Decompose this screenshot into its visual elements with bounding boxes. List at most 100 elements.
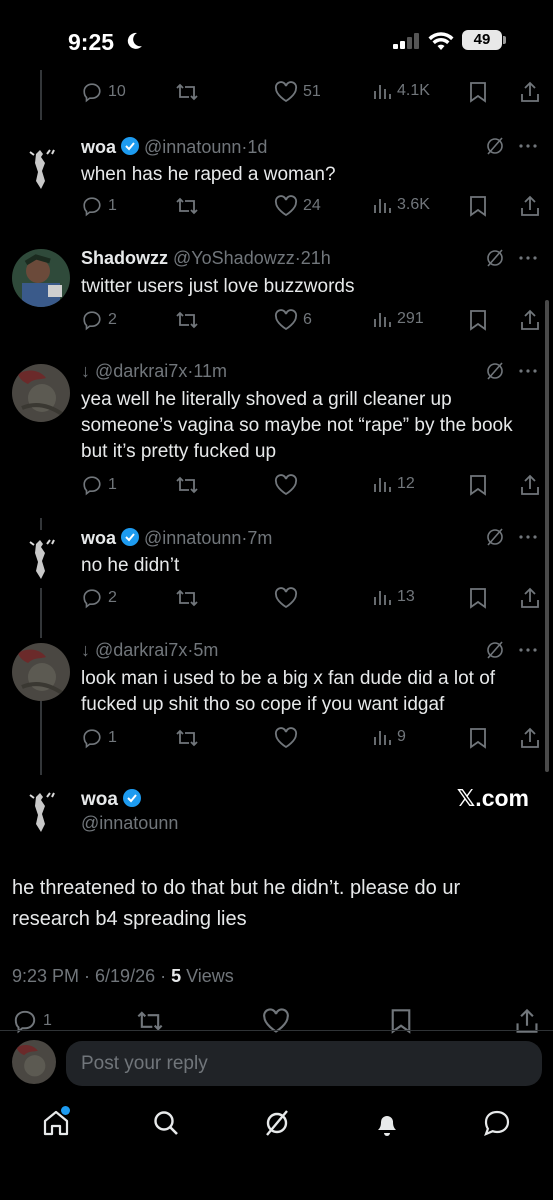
avatar[interactable]	[12, 643, 70, 701]
tab-notifications[interactable]	[372, 1108, 402, 1143]
grok-icon[interactable]	[485, 248, 505, 268]
user-handle[interactable]: @innatounn	[144, 137, 241, 157]
retweet-button[interactable]	[175, 727, 199, 749]
tweet-top-right	[485, 640, 537, 660]
scrollbar[interactable]	[545, 300, 549, 772]
avatar[interactable]	[12, 530, 70, 588]
views-button[interactable]: 13	[372, 587, 415, 607]
reply-button[interactable]: 2	[81, 309, 117, 331]
views-button[interactable]: 3.6K	[372, 195, 430, 215]
more-icon[interactable]	[519, 368, 537, 374]
like-button[interactable]	[274, 474, 298, 496]
reply-button[interactable]: 10	[81, 81, 126, 103]
bookmark-button[interactable]	[469, 309, 487, 331]
views-icon	[374, 591, 391, 605]
tweet-timestamp[interactable]: 9:23 PM · 6/19/26 ·	[12, 966, 171, 986]
tweet-text: twitter users just love buzzwords	[81, 276, 355, 297]
bookmark-button[interactable]	[469, 727, 487, 749]
like-button[interactable]	[274, 727, 298, 749]
avatar[interactable]	[12, 783, 70, 841]
grok-icon[interactable]	[485, 361, 505, 381]
share-button[interactable]	[519, 309, 541, 331]
tab-grok[interactable]	[262, 1108, 292, 1143]
bookmark-button[interactable]	[469, 81, 487, 103]
tab-home[interactable]	[41, 1108, 71, 1143]
verified-badge-icon	[120, 527, 140, 552]
reply-icon	[83, 476, 101, 496]
user-handle[interactable]: @YoShadowzz	[173, 248, 295, 268]
user-handle[interactable]: @innatounn	[144, 528, 241, 548]
share-button[interactable]	[519, 587, 541, 609]
share-button[interactable]	[519, 195, 541, 217]
views-count: 12	[397, 475, 415, 492]
reply-tweet[interactable]: ↓ @darkrai7x·11m yea well he literally s…	[0, 361, 553, 471]
tweet-header: Shadowzz @YoShadowzz·21h	[81, 248, 331, 268]
retweet-icon	[176, 729, 198, 747]
grok-icon[interactable]	[485, 640, 505, 660]
tweet-time[interactable]: 7m	[247, 528, 272, 548]
tab-search[interactable]	[151, 1108, 181, 1143]
retweet-icon	[176, 311, 198, 329]
tweet-text: no he didn’t	[81, 555, 180, 576]
bookmark-button[interactable]	[469, 474, 487, 496]
views-button[interactable]: 4.1K	[372, 81, 430, 101]
reply-button[interactable]: 1	[81, 727, 117, 749]
reply-button[interactable]: 1	[81, 195, 117, 217]
tweet-time[interactable]: 1d	[247, 137, 267, 157]
more-icon[interactable]	[519, 647, 537, 653]
bookmark-button[interactable]	[469, 195, 487, 217]
like-icon	[274, 587, 298, 609]
retweet-button[interactable]	[175, 195, 199, 217]
like-count: 24	[303, 197, 321, 214]
views-button[interactable]: 291	[372, 309, 424, 329]
views-button[interactable]: 9	[372, 727, 406, 747]
display-name[interactable]: woa	[81, 789, 118, 810]
share-button[interactable]	[519, 474, 541, 496]
reply-input[interactable]: Post your reply	[66, 1041, 542, 1086]
share-button[interactable]	[519, 727, 541, 749]
retweet-button[interactable]	[175, 81, 199, 103]
retweet-button[interactable]	[175, 587, 199, 609]
user-handle[interactable]: @innatounn	[81, 813, 178, 834]
views-button[interactable]: 12	[372, 474, 415, 494]
reply-count: 1	[108, 476, 117, 493]
tweet-top-right	[485, 248, 537, 268]
grok-icon[interactable]	[485, 527, 505, 547]
grok-icon[interactable]	[485, 136, 505, 156]
more-icon[interactable]	[519, 255, 537, 261]
tweet-time[interactable]: 5m	[193, 640, 218, 660]
more-icon[interactable]	[519, 143, 537, 149]
display-name[interactable]: ↓	[81, 640, 90, 660]
like-button[interactable]	[274, 587, 298, 609]
avatar[interactable]	[12, 364, 70, 422]
views-icon	[374, 731, 391, 745]
avatar[interactable]	[12, 140, 70, 198]
avatar[interactable]	[12, 249, 70, 307]
retweet-button[interactable]	[175, 474, 199, 496]
my-avatar[interactable]	[12, 1040, 56, 1084]
more-icon[interactable]	[519, 534, 537, 540]
display-name[interactable]: woa	[81, 528, 116, 548]
verified-badge-icon	[122, 788, 142, 814]
reply-button[interactable]: 1	[81, 474, 117, 496]
tab-messages[interactable]	[482, 1108, 512, 1143]
reply-tweet[interactable]: ↓ @darkrai7x·5m look man i used to be a …	[0, 640, 553, 730]
share-button[interactable]	[519, 81, 541, 103]
display-name[interactable]: Shadowzz	[81, 248, 168, 268]
like-button[interactable]: 6	[274, 309, 312, 331]
retweet-button[interactable]	[175, 309, 199, 331]
like-button[interactable]: 51	[274, 81, 321, 103]
display-name[interactable]: woa	[81, 137, 116, 157]
reply-count: 10	[108, 83, 126, 100]
tweet-time[interactable]: 21h	[301, 248, 331, 268]
bookmark-icon	[470, 588, 486, 609]
display-name[interactable]: ↓	[81, 361, 90, 381]
bookmark-button[interactable]	[469, 587, 487, 609]
like-count: 6	[303, 311, 312, 328]
reply-button[interactable]: 2	[81, 587, 117, 609]
verified-badge-icon	[120, 136, 140, 161]
tweet-time[interactable]: 11m	[193, 361, 227, 381]
like-button[interactable]: 24	[274, 195, 321, 217]
user-handle[interactable]: @darkrai7x	[95, 640, 187, 660]
user-handle[interactable]: @darkrai7x	[95, 361, 187, 381]
